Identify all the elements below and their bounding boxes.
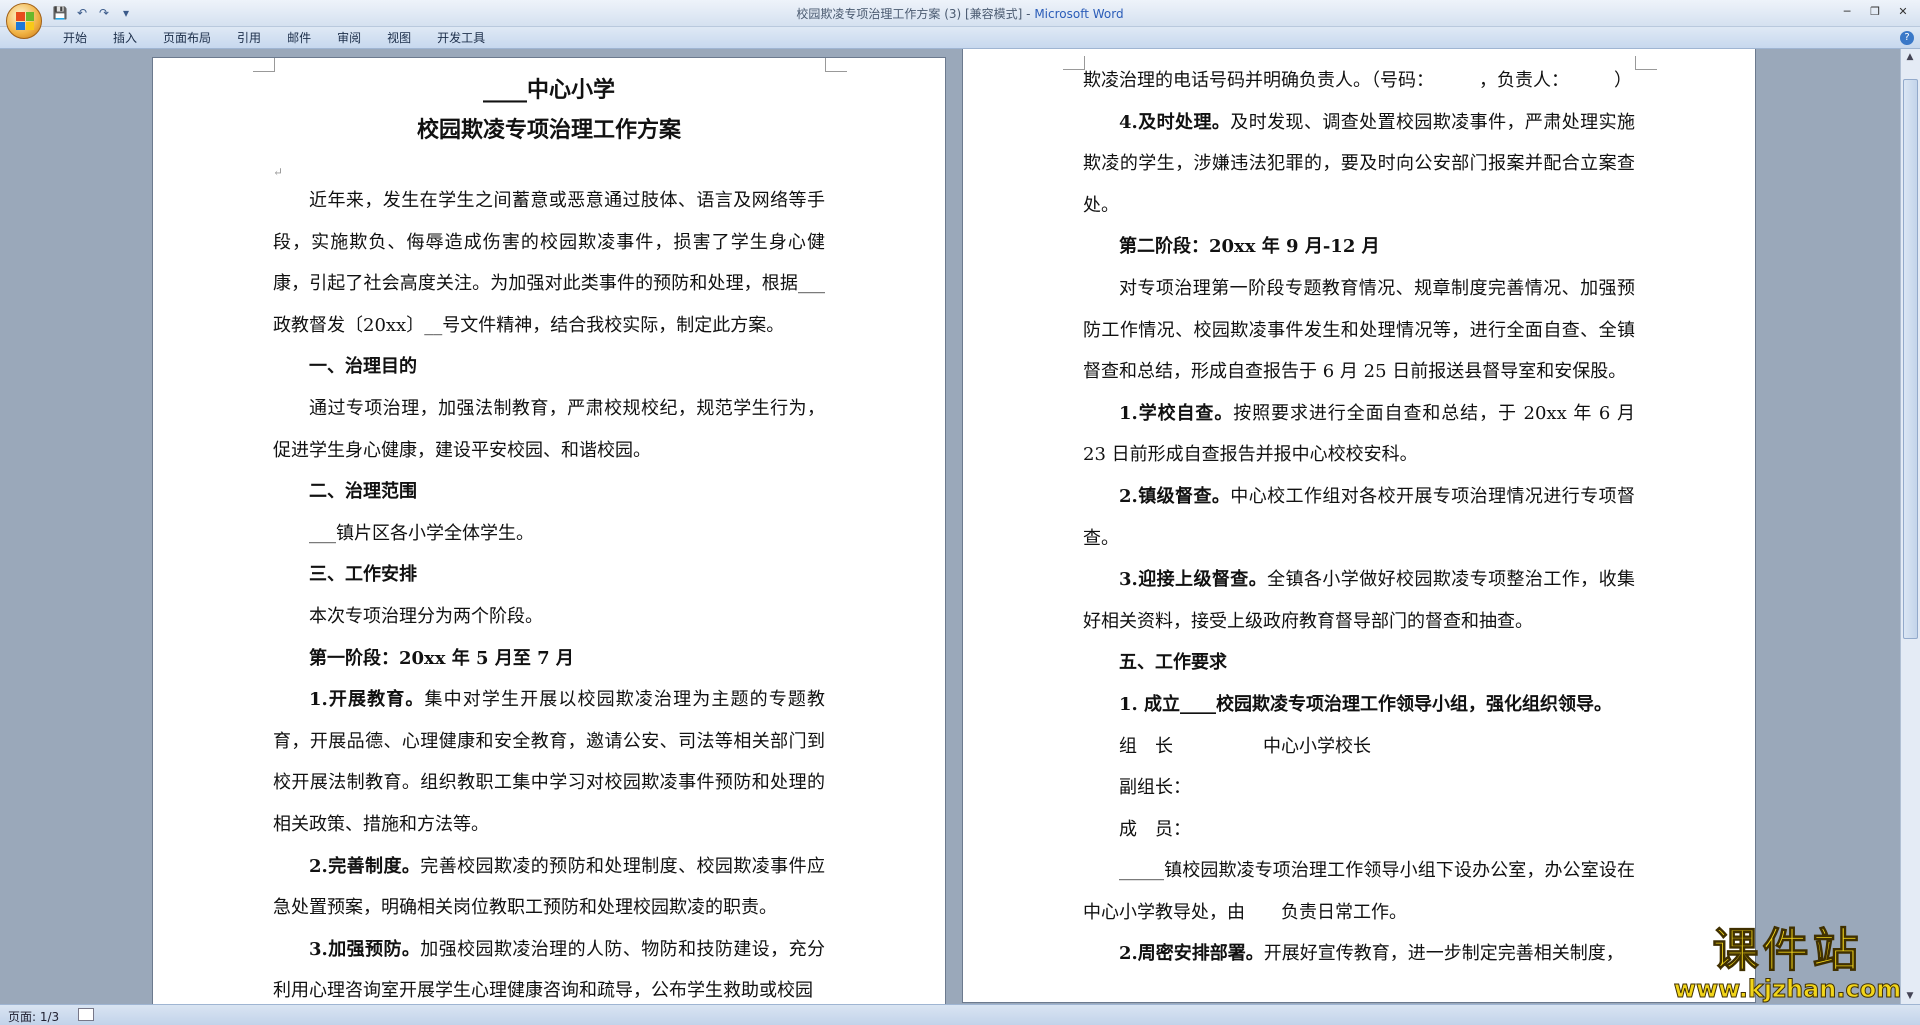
- tab-view[interactable]: 视图: [374, 30, 424, 46]
- title-bar: 💾 ↶ ↷ ▾ 校园欺凌专项治理工作方案 (3) [兼容模式] - Micros…: [0, 0, 1920, 27]
- roster-line: 组 长 中心小学校长: [1119, 735, 1371, 757]
- paragraph: 3.迎接上级督查。全镇各小学做好校园欺凌专项整治工作，收集好相关资料，接受上级政…: [1083, 559, 1635, 642]
- window-controls: ─ ❐ ✕: [1834, 2, 1916, 20]
- app-name: Microsoft Word: [1034, 7, 1124, 21]
- document-workspace: ____中心小学 校园欺凌专项治理工作方案 ↵ 近年来，发生在学生之间蓄意或恶意…: [0, 49, 1900, 1004]
- close-icon[interactable]: ✕: [1890, 2, 1916, 20]
- section-heading: 1. 成立____校园欺凌专项治理工作领导小组，强化组织领导。: [1119, 693, 1613, 715]
- paragraph: 1.学校自查。按照要求进行全面自查和总结，于 20xx 年 6 月 23 日前形…: [1083, 393, 1635, 476]
- vertical-scrollbar[interactable]: ▲ ▼: [1900, 49, 1920, 1004]
- macro-record-icon[interactable]: [78, 1008, 94, 1021]
- section-heading: 一、治理目的: [309, 356, 417, 378]
- document-page-1: ____中心小学 校园欺凌专项治理工作方案 ↵ 近年来，发生在学生之间蓄意或恶意…: [152, 57, 946, 1004]
- paragraph: 4.及时处理。及时发现、调查处置校园欺凌事件，严肃处理实施欺凌的学生，涉嫌违法犯…: [1083, 102, 1635, 227]
- tab-mailings[interactable]: 邮件: [274, 30, 324, 46]
- office-button[interactable]: [6, 3, 42, 39]
- section-heading: 第一阶段：20xx 年 5 月至 7 月: [309, 647, 574, 669]
- item-text: 开展好宣传教育，进一步制定完善相关制度，: [1263, 943, 1624, 965]
- office-logo-icon: [16, 12, 34, 30]
- doc-title-school: ____中心小学: [482, 77, 615, 103]
- section-heading: 五、工作要求: [1119, 652, 1227, 674]
- tab-references[interactable]: 引用: [224, 30, 274, 46]
- crop-mark: [1063, 56, 1085, 70]
- doc-title-main: 校园欺凌专项治理工作方案: [416, 117, 681, 143]
- status-bar: 页面: 1/3: [0, 1004, 1920, 1025]
- tab-list: 开始 插入 页面布局 引用 邮件 审阅 视图 开发工具: [50, 30, 498, 46]
- page-1-text[interactable]: ____中心小学 校园欺凌专项治理工作方案 ↵ 近年来，发生在学生之间蓄意或恶意…: [273, 70, 825, 1004]
- watermark-title: 课件站: [1712, 923, 1863, 977]
- paragraph: 对专项治理第一阶段专题教育情况、规章制度完善情况、加强预防工作情况、校园欺凌事件…: [1083, 277, 1635, 383]
- scroll-up-icon[interactable]: ▲: [1901, 49, 1919, 65]
- paragraph: 欺凌治理的电话号码并明确负责人。（号码： ，负责人： ）: [1083, 70, 1632, 91]
- section-heading: 三、工作安排: [309, 564, 417, 586]
- minimize-icon[interactable]: ─: [1834, 2, 1860, 20]
- item-heading: 1.学校自查。: [1119, 402, 1234, 424]
- paragraph: 本次专项治理分为两个阶段。: [309, 605, 543, 627]
- paragraph: 2.周密安排部署。开展好宣传教育，进一步制定完善相关制度，: [1083, 933, 1635, 975]
- restore-icon[interactable]: ❐: [1862, 2, 1888, 20]
- ribbon-tabs: 开始 插入 页面布局 引用 邮件 审阅 视图 开发工具 ?: [0, 27, 1920, 49]
- paragraph: ___镇片区各小学全体学生。: [309, 522, 534, 544]
- tab-developer[interactable]: 开发工具: [424, 30, 498, 46]
- paragraph: 2.完善制度。完善校园欺凌的预防和处理制度、校园欺凌事件应急处置预案，明确相关岗…: [273, 846, 825, 929]
- section-heading: 二、治理范围: [309, 481, 417, 503]
- window-title: 校园欺凌专项治理工作方案 (3) [兼容模式] - Microsoft Word: [0, 5, 1920, 22]
- item-text: 集中对学生开展以校园欺凌治理为主题的专题教育，开展品德、心理健康和安全教育，邀请…: [273, 689, 825, 835]
- item-heading: 1.开展教育。: [309, 689, 425, 711]
- watermark-url: www.kjzhan.com: [1673, 975, 1902, 1003]
- tab-insert[interactable]: 插入: [100, 30, 150, 46]
- item-heading: 3.迎接上级督查。: [1119, 569, 1268, 591]
- page-2-text[interactable]: 欺凌治理的电话号码并明确负责人。（号码： ，负责人： ） 4.及时处理。及时发现…: [1083, 60, 1635, 975]
- para-mark: ↵: [273, 165, 284, 179]
- crop-mark: [825, 58, 847, 72]
- paragraph: 近年来，发生在学生之间蓄意或恶意通过肢体、语言及网络等手段，实施欺负、侮辱造成伤…: [273, 190, 825, 336]
- item-heading: 2.周密安排部署。: [1119, 943, 1264, 965]
- paragraph: 3.加强预防。加强校园欺凌治理的人防、物防和技防建设，充分利用心理咨询室开展学生…: [273, 929, 825, 1004]
- document-name: 校园欺凌专项治理工作方案 (3) [兼容模式] -: [796, 7, 1035, 21]
- tab-review[interactable]: 审阅: [324, 30, 374, 46]
- item-heading: 3.加强预防。: [309, 938, 421, 960]
- help-icon[interactable]: ?: [1900, 31, 1914, 45]
- paragraph: _____镇校园欺凌专项治理工作领导小组下设办公室，办公室设在中心小学教导处，由…: [1083, 860, 1635, 923]
- crop-mark: [1635, 56, 1657, 70]
- paragraph: 1.开展教育。集中对学生开展以校园欺凌治理为主题的专题教育，开展品德、心理健康和…: [273, 679, 825, 845]
- tab-home[interactable]: 开始: [50, 30, 100, 46]
- crop-mark: [253, 58, 275, 72]
- page-indicator[interactable]: 页面: 1/3: [8, 1008, 59, 1025]
- document-page-2: 欺凌治理的电话号码并明确负责人。（号码： ，负责人： ） 4.及时处理。及时发现…: [962, 49, 1756, 1003]
- item-heading: 2.完善制度。: [309, 855, 421, 877]
- paragraph: 通过专项治理，加强法制教育，严肃校规校纪，规范学生行为，促进学生身心健康，建设平…: [273, 397, 825, 461]
- paragraph: 2.镇级督查。中心校工作组对各校开展专项治理情况进行专项督查。: [1083, 476, 1635, 559]
- roster-line: 副组长：: [1119, 777, 1191, 799]
- scroll-thumb[interactable]: [1903, 79, 1918, 639]
- section-heading: 第二阶段：20xx 年 9 月-12 月: [1119, 236, 1380, 258]
- item-heading: 4.及时处理。: [1119, 111, 1231, 133]
- tab-page-layout[interactable]: 页面布局: [150, 30, 224, 46]
- item-heading: 2.镇级督查。: [1119, 485, 1231, 507]
- site-watermark: 课件站 www.kjzhan.com: [1665, 924, 1910, 1004]
- roster-line: 成 员：: [1119, 818, 1191, 840]
